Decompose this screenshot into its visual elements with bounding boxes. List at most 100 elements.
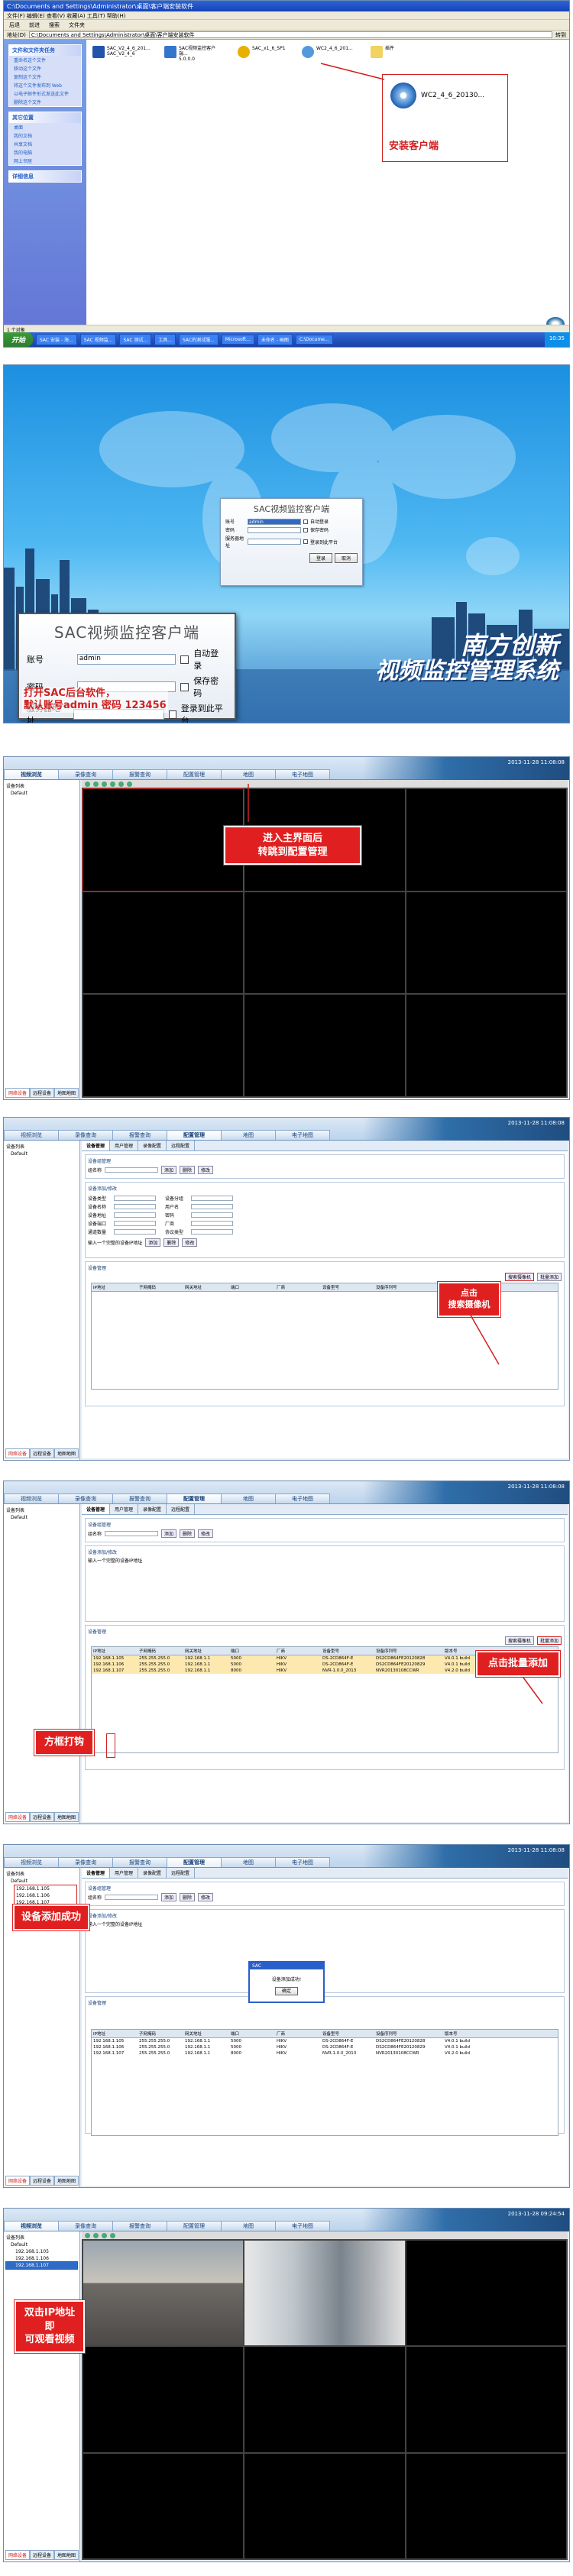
form-input[interactable] xyxy=(191,1229,233,1235)
file-item[interactable]: WC2_4_6_201... xyxy=(302,46,358,58)
left-tab-map[interactable]: 地图地图 xyxy=(54,1812,79,1822)
tree-group[interactable]: Default xyxy=(6,790,77,797)
place-item[interactable]: 网上邻居 xyxy=(9,157,81,165)
tab-config[interactable]: 配置管理 xyxy=(167,1130,222,1140)
auto-login-checkbox[interactable] xyxy=(303,519,308,524)
save-password-checkbox[interactable] xyxy=(303,527,308,532)
search-button[interactable]: 搜索 xyxy=(47,21,62,28)
form-input[interactable] xyxy=(191,1212,233,1218)
tab-map[interactable]: 地图 xyxy=(221,1493,276,1503)
tab-playback[interactable]: 录像查询 xyxy=(58,1857,113,1867)
auto-login-checkbox[interactable] xyxy=(180,655,189,664)
form-input[interactable] xyxy=(191,1204,233,1209)
cancel-button[interactable]: 取消 xyxy=(334,553,358,563)
add-button[interactable]: 添加 xyxy=(161,1893,177,1901)
video-cell[interactable] xyxy=(244,2241,405,2346)
left-tab-network[interactable]: 网络设备 xyxy=(5,1812,31,1822)
modify-button[interactable]: 修改 xyxy=(198,1529,214,1538)
tab-playback[interactable]: 录像查询 xyxy=(58,2221,113,2231)
video-cell[interactable] xyxy=(244,892,405,994)
left-tab-map[interactable]: 地图地图 xyxy=(54,1448,79,1458)
other-places-title[interactable]: 其它位置 xyxy=(9,112,81,123)
file-item[interactable]: SAC视频监控客户端... 5.0.0.0 xyxy=(164,46,221,62)
add-button[interactable]: 添加 xyxy=(145,1238,161,1247)
delete-button[interactable]: 删除 xyxy=(180,1166,196,1174)
password-input[interactable] xyxy=(248,526,301,533)
folders-button[interactable]: 文件夹 xyxy=(66,21,87,28)
tree-root[interactable]: 设备列表 xyxy=(6,1871,77,1878)
play-icon[interactable] xyxy=(85,2232,90,2238)
tab-alarm[interactable]: 报警查询 xyxy=(112,1493,167,1503)
tab-map[interactable]: 地图 xyxy=(221,1130,276,1140)
subtab-record[interactable]: 录像配置 xyxy=(138,1141,167,1150)
video-cell[interactable] xyxy=(406,995,566,1096)
tab-playback[interactable]: 录像查询 xyxy=(58,769,113,779)
taskbar-item[interactable]: SAC的测试服... xyxy=(178,334,219,345)
form-input[interactable] xyxy=(114,1212,156,1218)
tree-group[interactable]: Default xyxy=(6,1878,77,1885)
left-tab-network[interactable]: 网络设备 xyxy=(5,2176,31,2186)
tab-video[interactable]: 视频浏览 xyxy=(4,1493,59,1503)
start-button[interactable]: 开始 xyxy=(4,332,34,347)
task-item[interactable]: 以电子邮件形式发送此文件 xyxy=(9,89,81,98)
delete-button[interactable]: 删除 xyxy=(180,1529,196,1538)
task-item[interactable]: 复制这个文件 xyxy=(9,73,81,81)
subtab-remote[interactable]: 远程配置 xyxy=(167,1868,196,1878)
account-input[interactable]: admin xyxy=(248,518,301,525)
video-cell[interactable] xyxy=(83,892,244,994)
fullscreen-icon[interactable] xyxy=(127,781,132,787)
video-cell[interactable] xyxy=(83,2453,244,2558)
tab-emap[interactable]: 电子地图 xyxy=(275,1857,330,1867)
layout-icon[interactable] xyxy=(118,781,124,787)
left-tab-remote[interactable]: 远程设备 xyxy=(30,1448,55,1458)
form-input[interactable] xyxy=(114,1229,156,1235)
left-tab-map[interactable]: 地图地图 xyxy=(54,2176,79,2186)
video-cell[interactable] xyxy=(406,2453,566,2558)
forward-button[interactable]: 前进 xyxy=(27,21,42,28)
search-camera-button[interactable]: 搜索摄像机 xyxy=(504,1273,534,1281)
address-input[interactable]: C:\Documents and Settings\Administrator\… xyxy=(28,31,552,38)
tab-config[interactable]: 配置管理 xyxy=(167,1493,222,1503)
left-tab-map[interactable]: 地图地图 xyxy=(54,2550,79,2560)
subtab-device[interactable]: 设备管理 xyxy=(82,1504,111,1514)
task-item[interactable]: 重命名这个文件 xyxy=(9,56,81,64)
subtab-device[interactable]: 设备管理 xyxy=(82,1141,111,1150)
taskbar-item[interactable]: SAC 视频监... xyxy=(79,334,117,345)
search-camera-button[interactable]: 搜索摄像机 xyxy=(504,1636,534,1645)
tab-video[interactable]: 视频浏览 xyxy=(4,1857,59,1867)
tab-playback[interactable]: 录像查询 xyxy=(58,1493,113,1503)
video-cell[interactable] xyxy=(406,789,566,891)
tab-config[interactable]: 配置管理 xyxy=(167,769,222,779)
snapshot-icon[interactable] xyxy=(110,2232,115,2238)
left-tab-network[interactable]: 网络设备 xyxy=(5,1088,31,1098)
tab-alarm[interactable]: 报警查询 xyxy=(112,1857,167,1867)
modify-button[interactable]: 修改 xyxy=(198,1166,214,1174)
details-title[interactable]: 详细信息 xyxy=(9,171,81,182)
tree-device[interactable]: 192.168.1.105 xyxy=(16,1885,75,1892)
taskbar-item[interactable]: Microsoft... xyxy=(221,335,254,345)
video-cell[interactable] xyxy=(83,2347,244,2452)
save-password-checkbox[interactable] xyxy=(180,682,189,691)
snapshot-icon[interactable] xyxy=(110,781,115,787)
form-input[interactable] xyxy=(191,1221,233,1226)
tree-root[interactable]: 设备列表 xyxy=(6,783,77,790)
tab-emap[interactable]: 电子地图 xyxy=(275,1493,330,1503)
subtab-remote[interactable]: 远程配置 xyxy=(167,1141,196,1150)
tree-device[interactable]: 192.168.1.105 xyxy=(6,2248,77,2255)
dialog-ok-button[interactable]: 确定 xyxy=(274,1987,298,1995)
play-icon[interactable] xyxy=(85,781,90,787)
tab-emap[interactable]: 电子地图 xyxy=(275,1130,330,1140)
login-platform-checkbox[interactable] xyxy=(303,539,308,544)
form-input[interactable] xyxy=(114,1204,156,1209)
tab-video[interactable]: 视频浏览 xyxy=(4,2221,59,2231)
left-tab-remote[interactable]: 远程设备 xyxy=(30,2176,55,2186)
place-item[interactable]: 我的电脑 xyxy=(9,148,81,157)
place-item[interactable]: 共享文档 xyxy=(9,140,81,148)
video-cell[interactable] xyxy=(244,995,405,1096)
taskbar-item[interactable]: C:\Docume... xyxy=(295,335,333,345)
place-item[interactable]: 桌面 xyxy=(9,123,81,131)
modify-button[interactable]: 修改 xyxy=(182,1238,198,1247)
tab-alarm[interactable]: 报警查询 xyxy=(112,769,167,779)
left-tab-network[interactable]: 网络设备 xyxy=(5,1448,31,1458)
login-button[interactable]: 登录 xyxy=(309,553,332,563)
